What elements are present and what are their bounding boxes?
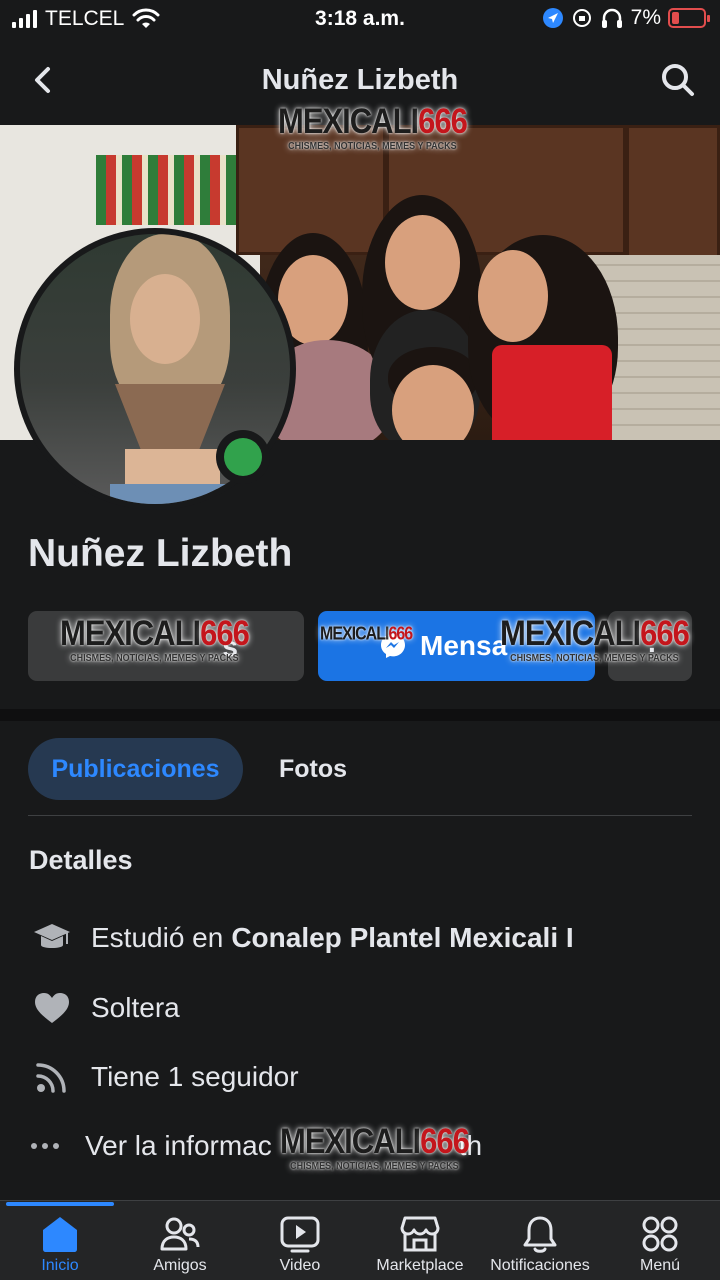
video-icon [280, 1216, 320, 1253]
heart-icon [35, 993, 69, 1023]
status-bar: TELCEL 3:18 a.m. 7% [0, 0, 720, 40]
more-dots-icon [31, 1143, 59, 1149]
relationship-status: Soltera [91, 992, 180, 1023]
tab-marketplace[interactable]: Marketplace [355, 1211, 485, 1275]
tab-fotos[interactable]: Fotos [258, 738, 368, 800]
followers-count: Tiene 1 seguidor [91, 1061, 299, 1092]
tab-menu-label: Menú [639, 1257, 681, 1274]
tab-video[interactable]: Video [235, 1211, 365, 1275]
detail-followers: Tiene 1 seguidor [30, 1057, 299, 1097]
details-title: Detalles [29, 845, 133, 875]
tab-amigos-label: Amigos [153, 1257, 207, 1274]
page-title: Nuñez Lizbeth [261, 64, 459, 96]
location-arrow-icon [542, 8, 563, 28]
watermark-logo: MEXICALI666 [320, 624, 413, 645]
search-icon[interactable] [658, 60, 698, 100]
battery-percent: 7% [630, 6, 661, 29]
bell-icon [523, 1216, 557, 1253]
rss-feed-icon [36, 1063, 66, 1093]
active-tab-indicator [6, 1202, 114, 1206]
tab-amigos[interactable]: Amigos [115, 1211, 245, 1275]
graduation-cap-icon [34, 924, 70, 948]
tab-marketplace-label: Marketplace [376, 1257, 464, 1274]
watermark-logo: MEXICALI666 CHISMES, NOTICIAS, MEMES Y P… [280, 1120, 470, 1172]
profile-name: Nuñez Lizbeth [28, 532, 293, 575]
tab-menu[interactable]: Menú [595, 1211, 720, 1275]
separator [28, 815, 692, 816]
home-icon [43, 1217, 77, 1252]
watermark-logo: MEXICALI666 CHISMES, NOTICIAS, MEMES Y P… [60, 612, 250, 664]
headphones-icon [601, 8, 622, 28]
see-more-info-start: Ver la informac [85, 1130, 272, 1161]
menu-grid-icon [642, 1216, 678, 1252]
marketplace-icon [400, 1216, 440, 1252]
online-status-dot [216, 430, 270, 484]
detail-relationship: Soltera [30, 988, 180, 1028]
tab-video-label: Video [279, 1257, 321, 1274]
bottom-tab-bar: Inicio Amigos Video Marketplace Notifica… [0, 1200, 720, 1280]
battery-icon [668, 8, 710, 28]
message-button-label: Mensa [420, 630, 508, 661]
tab-inicio[interactable]: Inicio [0, 1211, 125, 1275]
section-divider [0, 709, 720, 721]
tab-notificaciones[interactable]: Notificaciones [475, 1211, 605, 1275]
rotation-lock-icon [572, 9, 591, 27]
friends-icon [160, 1217, 200, 1251]
watermark-logo: MEXICALI666 CHISMES, NOTICIAS, MEMES Y P… [500, 612, 690, 664]
detail-education: Estudió en Conalep Plantel Mexicali I [30, 918, 574, 958]
tab-inicio-label: Inicio [41, 1257, 79, 1274]
tab-notificaciones-label: Notificaciones [490, 1257, 590, 1274]
watermark-logo: MEXICALI666 CHISMES, NOTICIAS, MEMES Y P… [278, 100, 468, 152]
education-school[interactable]: Conalep Plantel Mexicali I [231, 922, 573, 954]
tab-publicaciones[interactable]: Publicaciones [28, 738, 243, 800]
education-prefix: Estudió en [91, 922, 224, 953]
